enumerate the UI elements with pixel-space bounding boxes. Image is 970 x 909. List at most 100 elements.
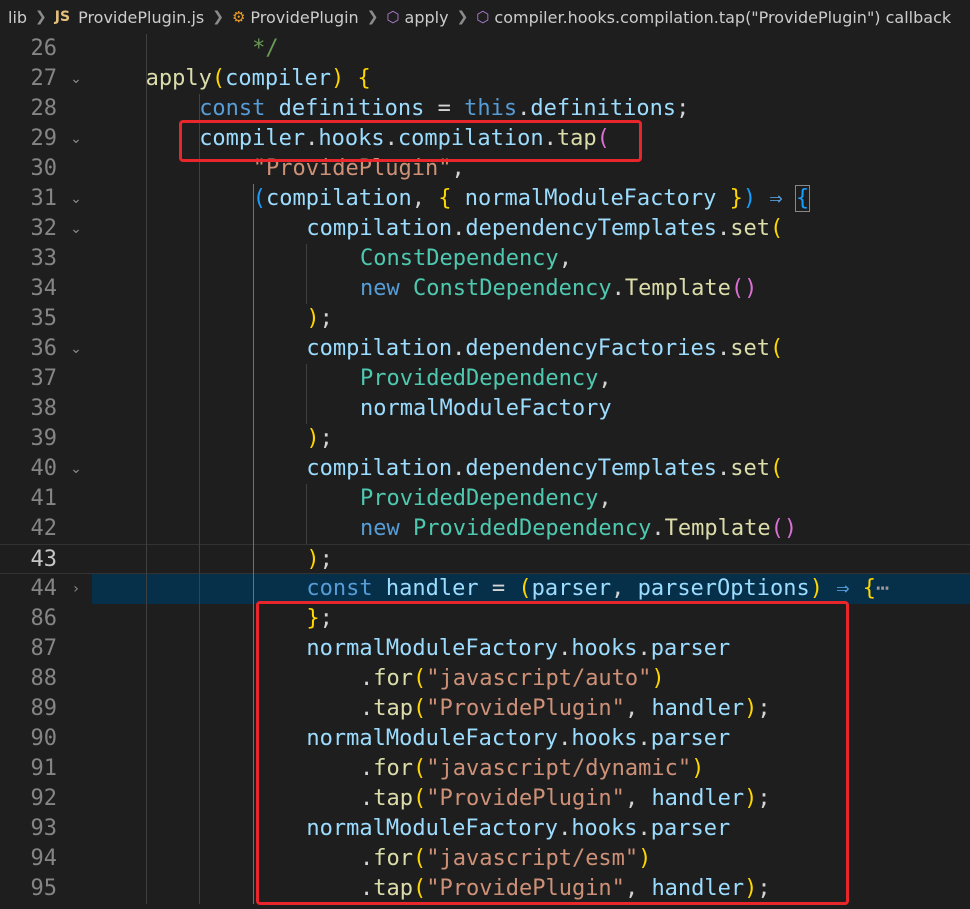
chevron-down-icon[interactable]: ⌄ [68,64,84,94]
code-token: . [452,216,466,241]
code-token: parser [531,576,612,601]
code-token: ConstDependency [360,246,559,271]
indent-guide [199,94,201,904]
chevron-down-icon[interactable]: ⌄ [68,454,84,484]
code-token: set [730,456,771,481]
line-number: 87 [30,636,58,661]
javascript-file-icon: JS [54,9,71,25]
line-number: 94 [30,846,58,871]
line-number: 30 [30,156,58,181]
breadcrumb-callback[interactable]: ⬡ compiler.hooks.compilation.tap("Provid… [476,8,951,27]
code-token: */ [199,36,279,61]
chevron-down-icon[interactable]: ⌄ [68,334,84,364]
line-number: 93 [30,816,58,841]
breadcrumb-file-label: ProvidePlugin.js [78,7,205,27]
code-token: ( [518,576,532,601]
line-number: 33 [30,246,58,271]
line-number: 95 [30,876,58,901]
line-number: 26 [30,36,58,61]
code-token: normalModuleFactory [360,396,612,421]
code-token: ProvidedDependency [412,516,652,541]
code-token: ⇒ [756,186,796,211]
code-token: apply [145,66,212,91]
code-token: , [598,366,612,391]
code-text: compilation.dependencyTemplates.set( [306,454,783,484]
code-token: definitions [278,96,425,121]
chevron-right-icon: ❯ [456,9,469,25]
code-token: = [424,96,465,121]
line-number: 27 [30,66,58,91]
code-token: compilation [306,336,453,361]
chevron-down-icon[interactable]: ⌄ [68,124,84,154]
code-token: ( [252,186,267,211]
code-token: () [770,516,798,541]
line-number: 40 [30,456,58,481]
chevron-down-icon[interactable]: ⌄ [68,184,84,214]
code-text: (compilation, { normalModuleFactory }) ⇒… [252,184,811,214]
line-number: 28 [30,96,58,121]
code-token: . [717,336,731,361]
code-token: const [199,96,279,121]
code-token: . [651,516,665,541]
code-text: normalModuleFactory [360,394,612,424]
code-token: ) [306,547,320,572]
code-token: . [717,456,731,481]
chevron-right-icon: ❯ [212,9,224,25]
code-text: const handler = (parser, parserOptions) … [306,574,889,604]
line-number: 32 [30,216,58,241]
code-token: compilation [306,456,453,481]
code-token: Template [624,276,731,301]
code-token: new [360,276,413,301]
code-token: ; [676,96,690,121]
code-token: handler [385,576,479,601]
code-token: new [360,516,413,541]
code-token: compilation [266,186,412,211]
code-token: . [452,456,466,481]
code-token: , [611,576,638,601]
code-text: */ [199,34,279,64]
code-token: ( [211,66,226,91]
code-text: apply(compiler) { [146,64,371,94]
breadcrumb-file[interactable]: JS ProvidePlugin.js [55,8,204,27]
line-number: 90 [30,726,58,751]
code-token: dependencyFactories [465,336,718,361]
code-token: dependencyTemplates [465,456,718,481]
line-number: 34 [30,276,58,301]
code-token: ) [742,186,757,211]
code-editor[interactable]: 26 */ 27 ⌄ apply(compiler) { 28 const definit… [0,34,970,909]
chevron-down-icon[interactable]: ⌄ [68,214,84,244]
code-token: parserOptions [637,576,810,601]
chevron-right-icon[interactable]: › [68,574,84,604]
code-token: ) [306,426,320,451]
code-token: = [478,576,519,601]
code-token: set [730,336,771,361]
code-token: dependencyTemplates [465,216,718,241]
code-token: ( [770,216,784,241]
breadcrumb-method[interactable]: ⬡ apply [386,8,448,27]
code-token: , [558,246,572,271]
code-token: { [794,185,811,212]
line-number: 88 [30,666,58,691]
line-number: 39 [30,426,58,451]
code-token: . [517,96,531,121]
breadcrumb: lib ❯ JS ProvidePlugin.js ❯ ⚙ ProvidePlu… [0,0,970,34]
breadcrumb-folder[interactable]: lib [8,8,27,27]
code-token: ⋯ [876,576,890,601]
code-token: normalModuleFactory [451,186,730,211]
code-text: ProvidedDependency, [360,364,612,394]
breadcrumb-folder-label: lib [8,7,28,27]
code-token: set [730,216,771,241]
breadcrumb-class[interactable]: ⚙ ProvidePlugin [232,8,359,27]
code-token: ProvidedDependency [360,366,599,391]
method-cube-icon: ⬡ [476,8,490,26]
code-text: ConstDependency, [360,244,572,274]
code-text: new ProvidedDependency.Template() [360,514,797,544]
line-number: 35 [30,306,58,331]
chevron-right-icon: ❯ [366,9,379,25]
code-token: const [306,576,386,601]
line-number: 92 [30,786,58,811]
indent-guide [306,244,308,304]
code-token: () [730,276,758,301]
code-token: { [862,576,877,601]
code-token: Template [664,516,771,541]
